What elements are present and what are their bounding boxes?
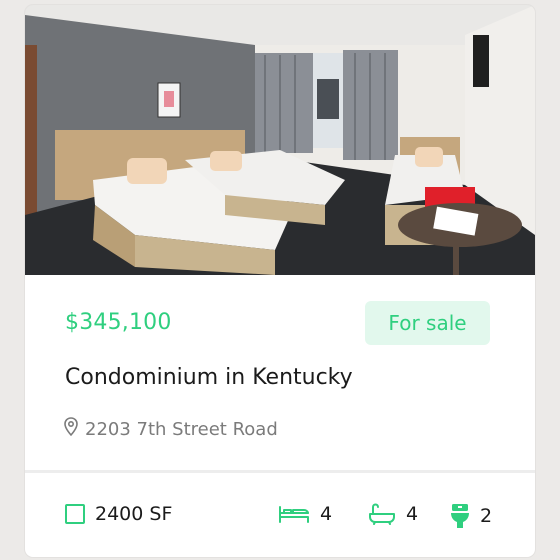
area-feature: 2400 SF: [65, 503, 172, 525]
area-value: 2400 SF: [95, 503, 173, 525]
baths-count: 4: [406, 503, 419, 525]
beds-feature: 4: [278, 503, 332, 525]
map-pin-icon: [63, 417, 79, 442]
baths-feature: 4: [368, 503, 418, 525]
listing-photo[interactable]: [25, 5, 535, 275]
listing-price: $345,100: [65, 310, 172, 335]
toilets-count: 2: [480, 505, 493, 527]
listing-card[interactable]: $345,100 For sale Condominium in Kentuck…: [25, 5, 535, 557]
toilet-icon: [450, 503, 470, 529]
status-badge: For sale: [365, 301, 490, 345]
toilets-feature: 2: [450, 503, 492, 529]
address-text: 2203 7th Street Road: [85, 419, 278, 440]
listing-title[interactable]: Condominium in Kentucky: [65, 365, 353, 390]
beds-count: 4: [320, 503, 333, 525]
square-icon: [65, 504, 85, 524]
listing-features: 2400 SF 4 4 2: [25, 473, 535, 557]
listing-address: 2203 7th Street Road: [63, 417, 278, 442]
hotel-room-photo: [25, 5, 535, 275]
bathtub-icon: [368, 503, 396, 525]
bed-icon: [278, 504, 310, 524]
